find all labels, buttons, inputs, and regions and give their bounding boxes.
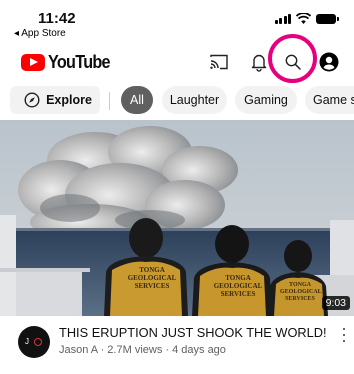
status-icons (274, 13, 339, 24)
video-metadata: J THIS ERUPTION JUST SHOOK THE WORLD! Ja… (0, 318, 354, 368)
channel-avatar[interactable]: J (18, 326, 50, 358)
filter-chips-bar: Explore All Laughter Gaming Game sh (0, 85, 354, 115)
status-time: 11:42 (38, 10, 76, 27)
video-thumbnail[interactable]: TONGA GEOLOGICAL SERVICES TONGA GEOLOGIC… (0, 120, 354, 316)
vest-text-left: TONGA GEOLOGICAL SERVICES (127, 266, 177, 290)
explore-chip[interactable]: Explore (10, 86, 100, 114)
video-subtitle: Jason A · 2.7M views · 4 days ago (59, 344, 226, 356)
cellular-signal-icon (274, 13, 291, 24)
vest-text-right: TONGA GEOLOGICAL SERVICES (280, 282, 322, 302)
chip-all[interactable]: All (121, 86, 153, 114)
video-title[interactable]: THIS ERUPTION JUST SHOOK THE WORLD! (59, 325, 327, 340)
logo-text: YouTube (48, 52, 111, 72)
more-options-icon[interactable] (340, 326, 348, 344)
avatar-ring-icon (34, 338, 42, 346)
back-to-app-store-link[interactable]: ◂ App Store (14, 28, 66, 39)
chip-gaming[interactable]: Gaming (235, 86, 297, 114)
video-duration-badge: 9:03 (321, 296, 350, 310)
avatar-initial: J (25, 337, 29, 346)
compass-icon (24, 92, 40, 108)
wifi-icon (296, 13, 311, 24)
cast-icon[interactable] (208, 51, 230, 73)
chip-laughter[interactable]: Laughter (162, 86, 227, 114)
youtube-logo[interactable]: YouTube (21, 52, 117, 73)
battery-icon (316, 13, 339, 24)
account-icon[interactable] (318, 51, 340, 73)
search-highlight-circle (268, 34, 317, 83)
bell-icon[interactable] (248, 51, 270, 73)
chips-divider (109, 92, 110, 110)
youtube-play-icon (21, 54, 45, 71)
explore-label: Explore (46, 93, 92, 107)
chip-game-shows[interactable]: Game sh (305, 86, 354, 114)
vest-text-middle: TONGA GEOLOGICAL SERVICES (213, 274, 263, 298)
